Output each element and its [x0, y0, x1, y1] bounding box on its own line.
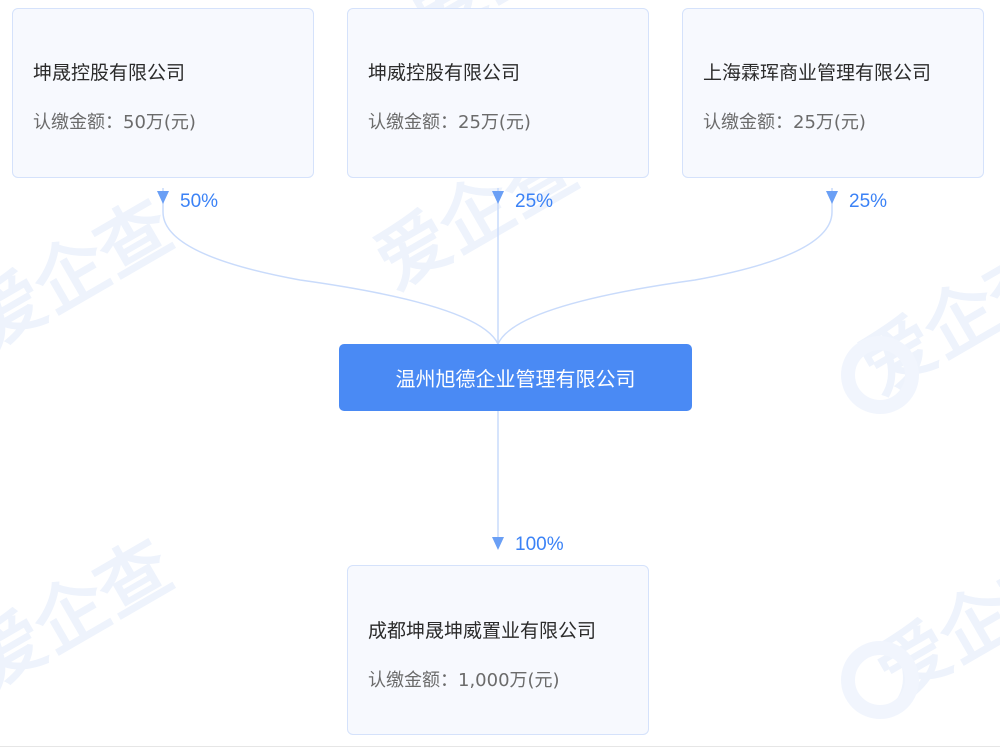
arrow-down-icon [826, 191, 838, 204]
shareholding-percent: 25% [515, 191, 554, 212]
center-company[interactable]: 温州旭德企业管理有限公司 [339, 344, 692, 411]
investment-amount: 认缴金额：1,000万(元) [368, 670, 560, 691]
investment-name[interactable]: 成都坤晟坤威置业有限公司 [368, 616, 596, 643]
shareholder-amount: 认缴金额：25万(元) [703, 112, 866, 133]
investment-card[interactable]: 成都坤晟坤威置业有限公司 认缴金额：1,000万(元) [347, 565, 649, 735]
shareholder-name[interactable]: 坤威控股有限公司 [368, 58, 520, 85]
shareholder-name[interactable]: 坤晟控股有限公司 [33, 58, 185, 85]
shareholder-name[interactable]: 上海霖珲商业管理有限公司 [703, 58, 931, 85]
shareholder-card[interactable]: 坤威控股有限公司 认缴金额：25万(元) [347, 8, 649, 178]
bottom-divider [0, 746, 1000, 747]
shareholder-amount: 认缴金额：25万(元) [368, 112, 531, 133]
investment-percent: 100% [515, 534, 564, 555]
shareholder-card[interactable]: 上海霖珲商业管理有限公司 认缴金额：25万(元) [682, 8, 984, 178]
shareholding-percent: 50% [180, 191, 219, 212]
shareholding-percent: 25% [849, 191, 888, 212]
arrow-down-icon [492, 191, 504, 204]
arrow-down-icon [492, 537, 504, 550]
shareholder-amount: 认缴金额：50万(元) [33, 112, 196, 133]
shareholder-card[interactable]: 坤晟控股有限公司 认缴金额：50万(元) [12, 8, 314, 178]
arrow-down-icon [157, 191, 169, 204]
